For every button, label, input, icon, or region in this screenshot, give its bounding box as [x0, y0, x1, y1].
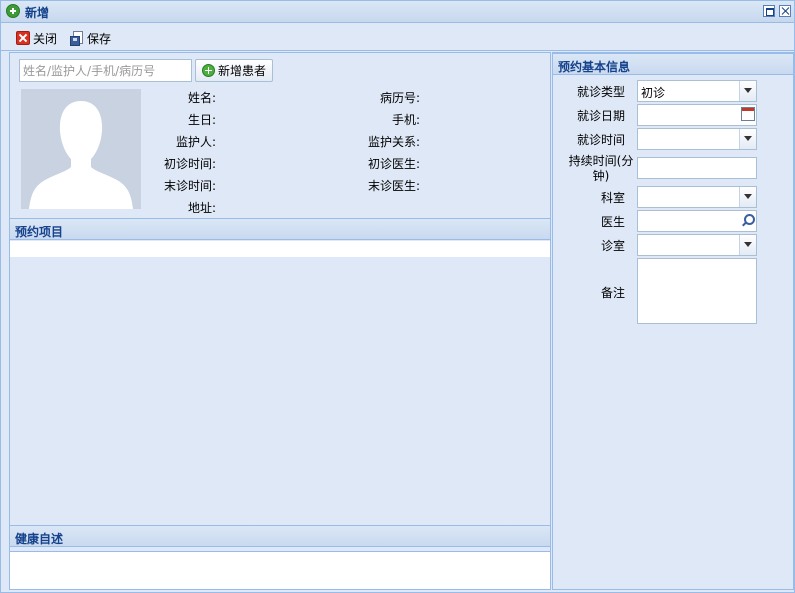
maximize-button[interactable] — [763, 5, 775, 17]
room-select[interactable] — [637, 234, 757, 256]
medical-record-number-label: 病历号: — [379, 91, 420, 105]
visit-time-label: 就诊时间 — [576, 133, 625, 147]
appointment-info-header: 预约基本信息 — [553, 53, 793, 75]
department-select[interactable] — [637, 186, 757, 208]
guardian-relation-label: 监护关系: — [367, 135, 420, 149]
first-visit-doctor-label: 初诊医生: — [367, 157, 420, 171]
duration-label: 持续时间(分钟) — [568, 154, 634, 183]
window-title: 新增 — [25, 6, 50, 20]
appointment-items-list[interactable] — [10, 241, 550, 257]
last-visit-doctor-label: 末诊医生: — [367, 179, 420, 193]
visit-type-label: 就诊类型 — [576, 85, 625, 99]
chevron-down-icon[interactable] — [739, 129, 756, 149]
add-icon — [201, 64, 215, 77]
chevron-down-icon[interactable] — [739, 187, 756, 207]
patient-search-input[interactable] — [19, 59, 192, 82]
health-statement-header: 健康自述 — [10, 525, 550, 547]
visit-type-value: 初诊 — [641, 86, 666, 100]
window-titlebar: 新增 — [1, 1, 794, 23]
appointment-info-panel: 预约基本信息 就诊类型 初诊 就诊日期 就诊时间 持续时间(分钟) 科室 医生 … — [552, 52, 794, 590]
visit-date-label: 就诊日期 — [576, 109, 625, 123]
first-visit-time-label: 初诊时间: — [163, 157, 216, 171]
patient-name-label: 姓名: — [187, 91, 216, 105]
appointment-items-header: 预约项目 — [10, 218, 550, 240]
add-patient-button-label: 新增患者 — [217, 64, 266, 78]
close-button-label: 关闭 — [33, 31, 58, 46]
save-button[interactable]: 保存 — [70, 29, 111, 47]
remark-label: 备注 — [600, 286, 625, 300]
close-icon — [16, 31, 30, 45]
patient-birthday-label: 生日: — [187, 113, 216, 127]
patient-address-label: 地址: — [187, 201, 216, 215]
close-button[interactable]: 关闭 — [16, 29, 57, 47]
calendar-icon[interactable] — [741, 107, 755, 121]
toolbar: 关闭 保存 — [1, 24, 794, 51]
room-label: 诊室 — [600, 239, 625, 253]
add-icon — [6, 4, 20, 18]
visit-type-select[interactable]: 初诊 — [637, 80, 757, 102]
visit-date-field[interactable] — [637, 104, 757, 126]
chevron-down-icon[interactable] — [739, 81, 756, 101]
add-patient-button[interactable]: 新增患者 — [195, 59, 273, 82]
remark-textarea[interactable] — [637, 258, 757, 324]
department-label: 科室 — [600, 191, 625, 205]
visit-time-select[interactable] — [637, 128, 757, 150]
save-button-label: 保存 — [87, 31, 112, 46]
patient-guardian-label: 监护人: — [175, 135, 216, 149]
last-visit-time-label: 末诊时间: — [163, 179, 216, 193]
patient-panel: 新增患者 姓名: 生日: 监护人: 初诊时间: 末诊时间: 地址: 病历号: 手… — [9, 52, 551, 590]
doctor-label: 医生 — [600, 215, 625, 229]
doctor-field[interactable] — [637, 210, 757, 232]
health-statement-input[interactable] — [10, 551, 550, 589]
phone-label: 手机: — [391, 113, 420, 127]
search-icon[interactable] — [739, 212, 755, 230]
new-appointment-window: 新增 关闭 保存 新增患者 姓名: 生日: 监护人: 初诊时间: 末诊 — [0, 0, 795, 593]
chevron-down-icon[interactable] — [739, 235, 756, 255]
duration-field[interactable] — [637, 157, 757, 179]
save-icon — [70, 30, 84, 46]
window-close-button[interactable] — [779, 5, 791, 17]
